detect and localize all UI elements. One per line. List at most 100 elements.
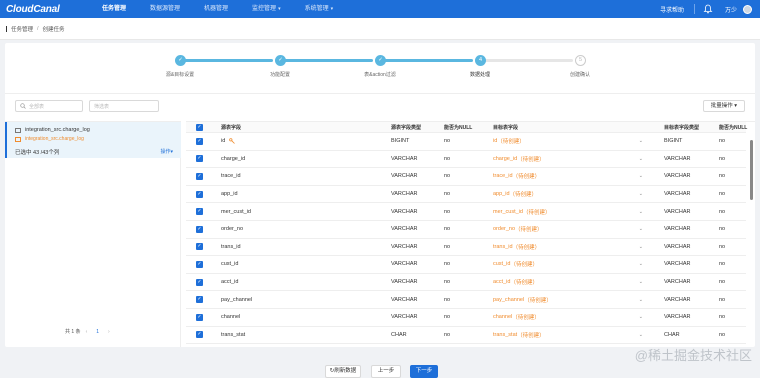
table-row: ✓ charge_id VARCHAR no charge_id （待创建） ⌄ VARCHA…: [186, 151, 746, 169]
target-field-select[interactable]: channel （待创建） ⌄: [493, 309, 643, 326]
main-panel: ✓ 源&目标设置 ✓ 功能配置 ✓ 表&action过滤 4 数据处理 5 创建…: [5, 43, 755, 347]
nav-monitor-management[interactable]: 监控管理 ▾: [240, 0, 293, 18]
table-row: ✓ cust_id VARCHAR no cust_id （待创建） ⌄ VARCHAR no: [186, 256, 746, 274]
tgt-type: VARCHAR: [664, 279, 691, 286]
row-checkbox[interactable]: ✓: [196, 133, 203, 150]
breadcrumb-marker: [6, 25, 7, 32]
tgt-nullable: no: [719, 296, 726, 303]
batch-operation-button[interactable]: 批量操作 ▾: [702, 100, 745, 112]
src-field-name: mer_cust_id: [221, 208, 251, 215]
src-field: order_no: [221, 221, 243, 238]
tgt-type: VARCHAR: [664, 261, 691, 268]
selected-columns-count: 已选中 43 /43个列: [15, 150, 60, 156]
next-page-button[interactable]: ›: [108, 329, 110, 335]
src-type: BIGINT: [391, 138, 410, 145]
src-type: VARCHAR: [391, 279, 418, 286]
target-field-select[interactable]: charge_id （待创建） ⌄: [493, 151, 643, 168]
src-field: cust_id: [221, 256, 238, 273]
nav-datasource-management[interactable]: 数据源管理: [138, 0, 192, 18]
row-checkbox[interactable]: ✓: [196, 186, 203, 203]
chevron-down-icon: ⌄: [638, 296, 643, 303]
target-field-name: pay_channel: [493, 296, 525, 303]
src-nullable: no: [444, 155, 451, 162]
tgt-type: CHAR: [664, 331, 680, 338]
page-number-1[interactable]: 1: [96, 329, 99, 335]
select-all-checkbox[interactable]: ✓: [196, 122, 203, 132]
row-checkbox[interactable]: ✓: [196, 203, 203, 220]
src-nullable: no: [444, 173, 451, 180]
nav-system-management[interactable]: 系统管理 ▾: [293, 0, 346, 18]
target-field-select[interactable]: trace_id （待创建） ⌄: [493, 168, 643, 185]
tgt-type: VARCHAR: [664, 191, 691, 198]
src-type: CHAR: [391, 331, 407, 338]
target-field-select[interactable]: pay_channel （待创建） ⌄: [493, 291, 643, 308]
check-icon: ✓: [196, 190, 203, 198]
row-checkbox[interactable]: ✓: [196, 274, 203, 291]
prev-page-button[interactable]: ‹: [86, 329, 88, 335]
step-2-label: 功能配置: [269, 72, 290, 78]
target-field-select[interactable]: mer_cust_id （待创建） ⌄: [493, 203, 643, 220]
src-field-name: charge_id: [221, 155, 246, 162]
target-field-select[interactable]: app_id （待创建） ⌄: [493, 186, 643, 203]
step-connector: [281, 59, 373, 62]
user-name[interactable]: 万少: [725, 5, 737, 14]
chevron-down-icon: ⌄: [638, 155, 643, 162]
vertical-scrollbar[interactable]: [750, 140, 753, 200]
row-checkbox[interactable]: ✓: [196, 327, 203, 344]
batch-operation-label: 批量操作: [710, 103, 733, 109]
src-field-name: trace_id: [221, 173, 241, 180]
target-field-select[interactable]: trans_id （待创建） ⌄: [493, 239, 643, 256]
table-list-item[interactable]: integration_src.charge_log integration_s…: [5, 122, 181, 158]
row-checkbox[interactable]: ✓: [196, 309, 203, 326]
row-checkbox[interactable]: ✓: [196, 291, 203, 308]
target-field-select[interactable]: order_no （待创建） ⌄: [493, 221, 643, 238]
next-step-button[interactable]: 下一步: [410, 365, 438, 378]
refresh-data-button[interactable]: ↻刷新数据: [325, 365, 361, 378]
row-checkbox[interactable]: ✓: [196, 151, 203, 168]
table-ops-dropdown[interactable]: 操作▾: [160, 148, 173, 155]
step-1-circle: ✓: [175, 55, 186, 66]
row-checkbox[interactable]: ✓: [196, 256, 203, 273]
step-5-label: 创建确认: [569, 72, 590, 78]
src-type: VARCHAR: [391, 296, 418, 303]
pending-create-tag: （待创建）: [512, 244, 541, 251]
target-field-name: trace_id: [493, 173, 513, 180]
row-checkbox[interactable]: ✓: [196, 239, 203, 256]
target-field-select[interactable]: trans_stat （待创建） ⌄: [493, 327, 643, 344]
avatar[interactable]: [743, 4, 752, 14]
target-field-select[interactable]: cust_id （待创建） ⌄: [493, 256, 643, 273]
pending-create-tag: （待创建）: [512, 174, 541, 181]
pagination: 共 1 条 ‹ 1 ›: [65, 328, 115, 336]
nav-task-management[interactable]: 任务管理: [90, 0, 138, 18]
tgt-type: VARCHAR: [664, 296, 691, 303]
tgt-nullable: no: [719, 243, 726, 250]
breadcrumb-parent[interactable]: 任务管理: [11, 25, 33, 33]
bell-icon[interactable]: [703, 4, 713, 14]
table-filter-input[interactable]: 全部表: [15, 100, 83, 112]
target-field-name: channel: [493, 314, 513, 321]
row-checkbox[interactable]: ✓: [196, 221, 203, 238]
table-search-input[interactable]: 筛选表: [89, 100, 159, 112]
src-nullable: no: [444, 331, 451, 338]
check-icon: ✓: [196, 296, 203, 304]
tgt-type: VARCHAR: [664, 208, 691, 215]
row-checkbox[interactable]: ✓: [196, 168, 203, 185]
target-table-label: integration_src.charge_log: [25, 136, 84, 142]
source-table-label: integration_src.charge_log: [25, 127, 90, 133]
src-type: VARCHAR: [391, 191, 418, 198]
table-icon: [15, 136, 21, 142]
target-field-select[interactable]: acct_id （待创建） ⌄: [493, 274, 643, 291]
chevron-down-icon: ⌄: [638, 331, 643, 338]
src-type: VARCHAR: [391, 261, 418, 268]
step-2-circle: ✓: [275, 55, 286, 66]
prev-step-button[interactable]: 上一步: [371, 365, 401, 378]
app-logo[interactable]: CloudCanal: [0, 4, 90, 15]
table-row: ✓ id BIGINT no id （待创建） ⌄ BIGINT no: [186, 133, 746, 151]
help-link[interactable]: 寻求帮助: [660, 5, 684, 14]
target-field-select[interactable]: id （待创建） ⌄: [493, 133, 643, 150]
nav-machine-management[interactable]: 机器管理: [192, 0, 240, 18]
table-icon: [15, 127, 21, 133]
pending-create-tag: （待创建）: [524, 297, 552, 304]
tgt-type: BIGINT: [664, 138, 683, 145]
tgt-type: VARCHAR: [664, 226, 691, 233]
